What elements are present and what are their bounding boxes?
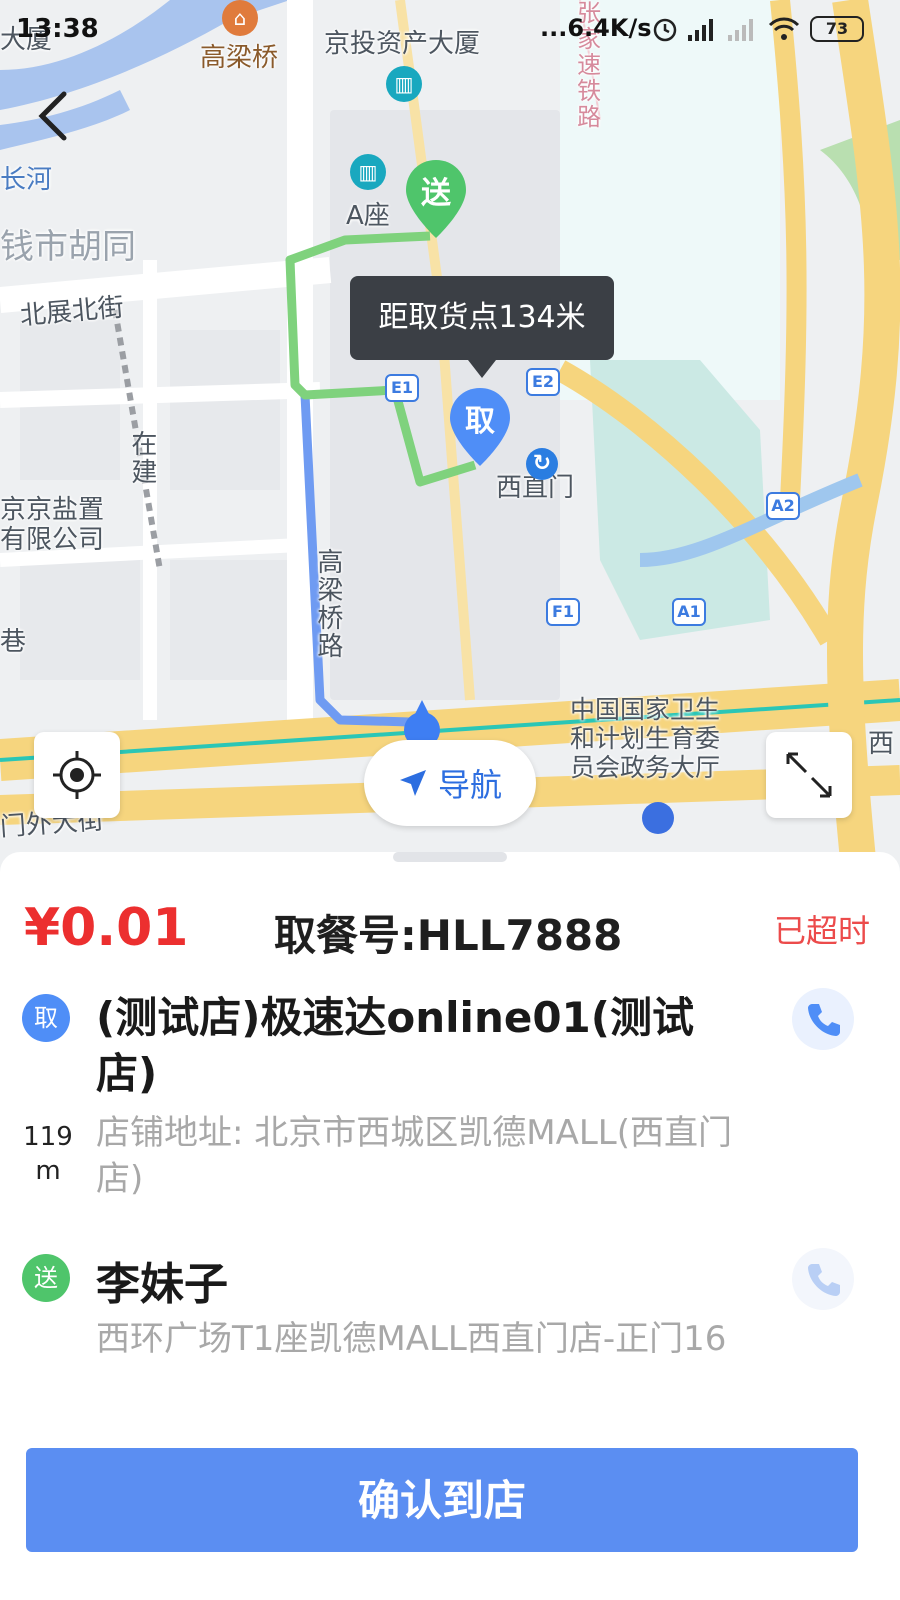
signal-icon xyxy=(688,19,713,41)
metro-exit: A1 xyxy=(672,598,706,626)
network-speed: ...6.4K/s xyxy=(540,14,652,42)
phone-icon xyxy=(808,1264,840,1296)
map-label: 高梁桥路 xyxy=(312,548,343,660)
navigate-button[interactable]: 导航 xyxy=(364,740,536,826)
metro-exit: E1 xyxy=(385,374,419,402)
pickup-distance: 119 m xyxy=(20,1120,76,1188)
delivery-badge: 送 xyxy=(22,1254,70,1302)
fullscreen-button[interactable] xyxy=(766,732,852,818)
alarm-icon xyxy=(653,18,677,42)
call-shop-button[interactable] xyxy=(792,988,854,1050)
pickup-badge: 取 xyxy=(22,994,70,1042)
drag-handle[interactable] xyxy=(393,852,507,862)
delivery-pin-label: 送 xyxy=(421,176,451,211)
distance-tooltip: 距取货点134米 xyxy=(350,276,614,378)
expand-icon xyxy=(786,752,832,798)
map-label: 巷 xyxy=(0,627,27,657)
shop-name: (测试店)极速达online01(测试店) xyxy=(96,993,694,1098)
status-icons: 73 xyxy=(652,14,864,44)
order-panel: ¥0.01 取餐号:HLL7888 已超时 取 (测试店)极速达online01… xyxy=(0,852,900,1600)
metro-exit: A2 xyxy=(766,492,800,520)
map-label: 中国国家卫生 和计划生育委 员会政务大厅 xyxy=(570,695,721,782)
battery-level: 73 xyxy=(810,16,864,42)
map-label: 长河 xyxy=(0,165,53,195)
status-badge: 已超时 xyxy=(773,912,870,950)
pickup-ticket-number: 取餐号:HLL7888 xyxy=(274,911,623,960)
pickup-pin[interactable]: 取 xyxy=(448,386,512,468)
map-view[interactable]: 大厦 高梁桥 京投资产大厦 长河 钱市胡同 A座 北展北街 在建 京京盐置 有限… xyxy=(0,0,900,880)
map-label: 钱市胡同 xyxy=(0,227,136,267)
metro-exit: F1 xyxy=(546,598,580,626)
metro-station-icon: ↻ xyxy=(526,448,558,480)
receiver-name: 李妹子 xyxy=(96,1259,228,1310)
status-bar: 13:38 ...6.4K/s 73 xyxy=(0,0,900,60)
map-label: A座 xyxy=(346,201,390,231)
metro-exit: E2 xyxy=(526,368,560,396)
phone-icon xyxy=(808,1004,840,1036)
back-button[interactable] xyxy=(30,86,80,146)
order-price: ¥0.01 xyxy=(24,898,189,958)
navigate-label: 导航 xyxy=(437,766,502,804)
call-receiver-button[interactable] xyxy=(792,1248,854,1310)
building-icon: ▥ xyxy=(386,66,422,102)
delivery-pin[interactable]: 送 xyxy=(404,158,468,240)
delivery-address: 西环广场T1座凯德MALL西直门店-正门16 xyxy=(96,1319,727,1359)
pickup-pin-label: 取 xyxy=(465,404,495,439)
confirm-arrival-button[interactable]: 确认到店 xyxy=(26,1448,858,1552)
distance-unit: m xyxy=(35,1156,61,1186)
distance-value: 119 xyxy=(23,1122,73,1152)
map-label: 京京盐置 有限公司 xyxy=(0,495,105,555)
wifi-icon xyxy=(768,17,800,40)
signal-weak-icon xyxy=(728,19,753,41)
locate-icon xyxy=(53,751,101,799)
building-icon: ▥ xyxy=(350,154,386,190)
locate-button[interactable] xyxy=(34,732,120,818)
status-time: 13:38 xyxy=(16,14,99,44)
navigation-arrow-icon xyxy=(399,770,426,796)
shop-address: 店铺地址: 北京市西城区凯德MALL(西直门店) xyxy=(96,1113,733,1199)
chevron-left-icon xyxy=(38,91,67,141)
map-label: 西 xyxy=(868,729,895,759)
map-label: 在建 xyxy=(126,430,157,486)
